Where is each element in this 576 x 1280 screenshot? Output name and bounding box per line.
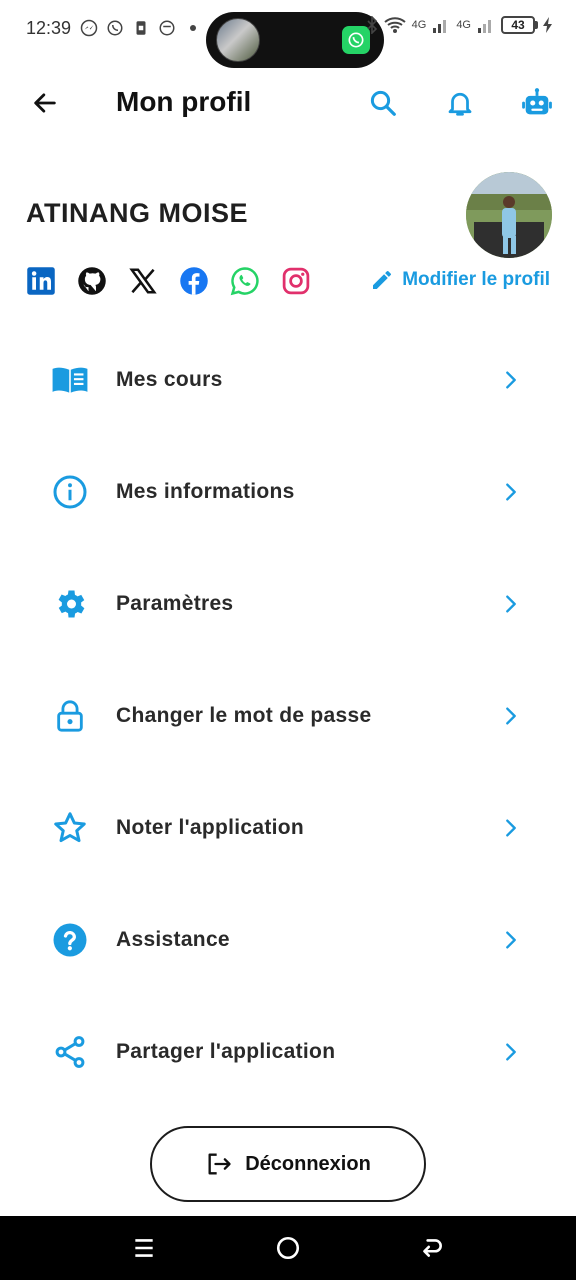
share-icon [50, 1032, 90, 1072]
lock-icon [50, 696, 90, 736]
back-button[interactable] [28, 86, 62, 120]
menu-item-label: Noter l'application [116, 816, 305, 839]
menu-icon [135, 1239, 153, 1257]
battery-level: 43 [501, 16, 535, 34]
menu-item-parametres[interactable]: Paramètres [0, 548, 576, 660]
social-links [26, 266, 311, 296]
status-bar: 12:39 4G 4G 43 [0, 0, 576, 68]
messenger-icon [80, 19, 98, 37]
system-status: 4G 4G 43 [366, 16, 554, 34]
battery-icon: 43 [501, 16, 554, 34]
chevron-right-icon [498, 927, 524, 953]
chevron-right-icon [498, 703, 524, 729]
page-title: Mon profil [116, 86, 252, 117]
menu-item-assistance[interactable]: Assistance [0, 884, 576, 996]
chat-icon [159, 20, 175, 36]
logout-icon [208, 1153, 231, 1175]
menu-item-label: Mes cours [116, 368, 223, 391]
chevron-right-icon [498, 1039, 524, 1065]
user-name: ATINANG MOISE [26, 198, 248, 228]
help-icon [50, 920, 90, 960]
menu-item-label: Partager l'application [116, 1040, 336, 1063]
dot-icon [190, 25, 196, 31]
island-avatar [216, 18, 260, 62]
notifications-button[interactable] [441, 84, 479, 122]
edit-profile-button[interactable]: Modifier le profil [370, 268, 550, 292]
avatar-photo [466, 172, 552, 258]
signal-icon [433, 20, 447, 33]
dynamic-island [206, 12, 384, 68]
home-button[interactable] [272, 1232, 304, 1264]
pencil-icon [373, 270, 392, 289]
app-bar: Mon profil [0, 72, 576, 134]
chevron-right-icon [498, 367, 524, 393]
network-type-2: 4G [456, 19, 471, 31]
edit-profile-label: Modifier le profil [402, 269, 550, 290]
wifi-icon [383, 17, 406, 33]
home-circle-icon [276, 1236, 300, 1260]
notification-icons [80, 19, 202, 37]
instagram-icon[interactable] [281, 266, 311, 296]
star-icon [50, 808, 90, 848]
profile-menu: Mes cours Mes informations Paramètres Ch… [0, 324, 576, 1108]
chevron-right-icon [498, 815, 524, 841]
menu-item-label: Changer le mot de passe [116, 704, 372, 727]
menu-item-label: Assistance [116, 928, 230, 951]
chevron-right-icon [498, 479, 524, 505]
sim-icon [136, 21, 146, 35]
logout-label: Déconnexion [245, 1152, 371, 1175]
whatsapp-icon [107, 20, 123, 36]
gear-icon [50, 584, 90, 624]
linkedin-icon[interactable] [26, 266, 56, 296]
network-type-1: 4G [411, 19, 427, 31]
assistant-button[interactable] [518, 84, 556, 122]
menu-item-partager-application[interactable]: Partager l'application [0, 996, 576, 1108]
signal-icon [478, 20, 491, 33]
menu-item-label: Paramètres [116, 592, 234, 615]
logout-button[interactable]: Déconnexion [150, 1126, 426, 1202]
menu-item-mes-informations[interactable]: Mes informations [0, 436, 576, 548]
search-button[interactable] [364, 84, 402, 122]
bell-icon [448, 92, 472, 116]
back-arrow-icon [423, 1239, 442, 1257]
menu-item-noter-application[interactable]: Noter l'application [0, 772, 576, 884]
recents-button[interactable] [128, 1232, 160, 1264]
status-time: 12:39 [26, 18, 72, 38]
info-icon [50, 472, 90, 512]
menu-item-label: Mes informations [116, 480, 295, 503]
menu-item-mes-cours[interactable]: Mes cours [0, 324, 576, 436]
chevron-right-icon [498, 591, 524, 617]
menu-item-changer-mot-de-passe[interactable]: Changer le mot de passe [0, 660, 576, 772]
charging-icon [543, 17, 552, 33]
avatar[interactable] [466, 172, 552, 258]
whatsapp-icon[interactable] [230, 266, 260, 296]
system-nav-bar [0, 1216, 576, 1280]
facebook-icon[interactable] [179, 266, 209, 296]
search-icon [370, 90, 396, 116]
x-icon[interactable] [128, 266, 158, 296]
back-nav-button[interactable] [416, 1232, 448, 1264]
bluetooth-icon [367, 16, 377, 34]
robot-icon [522, 88, 552, 115]
book-icon [50, 360, 90, 400]
arrow-left-icon [34, 93, 56, 113]
github-icon[interactable] [77, 266, 107, 296]
